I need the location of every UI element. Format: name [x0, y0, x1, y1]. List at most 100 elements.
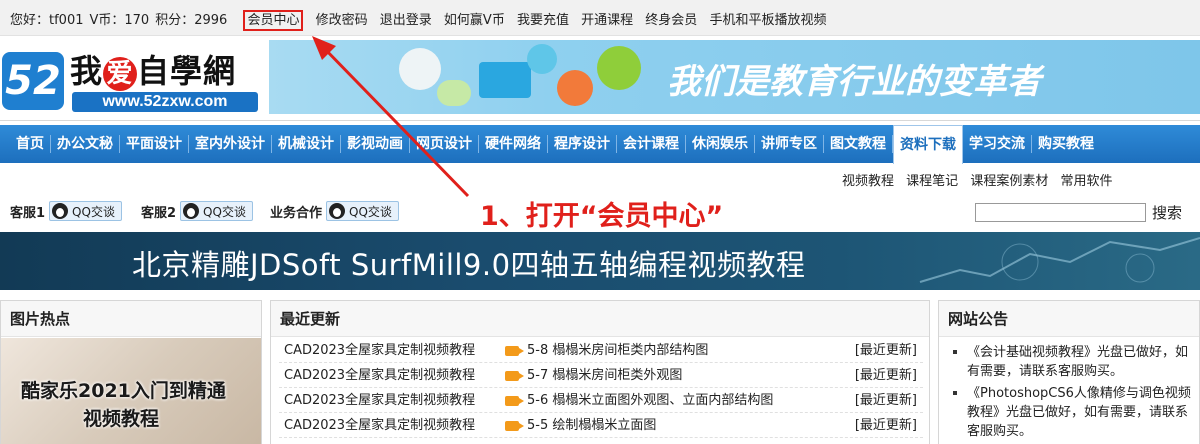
- promo-title: 北京精雕JDSoft SurfMill9.0四轴五轴编程视频教程: [132, 248, 806, 282]
- nav-item-buy[interactable]: 购买教程: [1032, 135, 1100, 153]
- hot-images-panel: 图片热点 酷家乐2021入门到精通 视频教程: [0, 300, 262, 444]
- top-links: 您好：tf001 V币：170 积分：2996 会员中心 修改密码 退出登录 如何赢…: [10, 9, 834, 31]
- update-tag: [最近更新]: [854, 393, 917, 408]
- video-camera-icon: [505, 346, 524, 356]
- notice-list: 《会计基础视频教程》光盘已做好，如有需要，请联系客服购买。 《Photoshop…: [951, 343, 1191, 444]
- nav-items: 首页 办公文秘 平面设计 室内外设计 机械设计 影视动画 网页设计 硬件网络 程…: [10, 124, 1100, 164]
- nav-item-programming[interactable]: 程序设计: [548, 135, 617, 153]
- lesson-link[interactable]: 5-5 绘制榻榻米立面图: [527, 413, 656, 438]
- nav-item-interior[interactable]: 室内外设计: [189, 135, 272, 153]
- cloud-icon: [437, 80, 471, 106]
- sub-nav: 视频教程 课程笔记 课程案例素材 常用软件: [842, 170, 1120, 189]
- course-link[interactable]: CAD2023全屋家具定制视频教程: [284, 413, 475, 438]
- nav-item-leisure[interactable]: 休闲娱乐: [686, 135, 755, 153]
- notice-item[interactable]: 《会计基础视频教程》光盘已做好，如有需要，请联系客服购买。: [951, 343, 1191, 381]
- business-qq-button[interactable]: QQ交谈: [326, 201, 399, 221]
- recharge-link[interactable]: 我要充值: [517, 13, 569, 28]
- latest-updates-title: 最近更新: [271, 301, 929, 337]
- qq-penguin-icon: [329, 203, 346, 219]
- qq-penguin-icon: [183, 203, 200, 219]
- nav-item-hardware[interactable]: 硬件网络: [479, 135, 548, 153]
- qq-penguin-icon: [52, 203, 69, 219]
- main-nav: 首页 办公文秘 平面设计 室内外设计 机械设计 影视动画 网页设计 硬件网络 程…: [0, 120, 1200, 164]
- hot-images-title: 图片热点: [1, 301, 261, 337]
- subnav-software[interactable]: 常用软件: [1060, 174, 1112, 189]
- notice-item[interactable]: 《PhotoshopCS6人像精修与调色视频教程》光盘已做好，如有需要，请联系客…: [951, 384, 1191, 441]
- banner-slogan: 我们是教育行业的变革者: [667, 62, 1041, 102]
- service-1-qq-label: QQ交谈: [72, 204, 115, 219]
- subnav-video[interactable]: 视频教程: [842, 174, 894, 189]
- greeting-text: 您好：tf001: [10, 13, 84, 28]
- nav-item-lecturer[interactable]: 讲师专区: [755, 135, 824, 153]
- business-qq-label: QQ交谈: [349, 204, 392, 219]
- subnav-notes[interactable]: 课程笔记: [906, 174, 958, 189]
- member-center-link[interactable]: 会员中心: [243, 10, 304, 31]
- update-tag: [最近更新]: [854, 418, 917, 433]
- points-text: 积分：2996: [155, 13, 228, 28]
- service-2-qq-button[interactable]: QQ交谈: [180, 201, 253, 221]
- update-tag: [最近更新]: [854, 368, 917, 383]
- nav-item-downloads[interactable]: 资料下载: [893, 124, 963, 164]
- monitor-icon: [479, 62, 531, 98]
- course-link[interactable]: CAD2023全屋家具定制视频教程: [284, 338, 475, 363]
- search-input[interactable]: [975, 203, 1146, 222]
- phone-icon: [597, 46, 641, 90]
- header: 52 我爱自學網 www.52zxw.com 我们是教育行业的变革者: [0, 36, 1200, 120]
- service-1: 客服1 QQ交谈: [10, 200, 122, 222]
- lesson-link[interactable]: 5-8 榻榻米房间柜类内部结构图: [527, 338, 708, 363]
- nav-item-mechanical[interactable]: 机械设计: [272, 135, 341, 153]
- logo-name-post: 自學網: [137, 52, 237, 90]
- header-banner: 我们是教育行业的变革者: [269, 40, 1200, 114]
- list-item: CAD2023全屋家具定制视频教程 5-8 榻榻米房间柜类内部结构图 [最近更新…: [279, 338, 923, 363]
- heart-bubble-icon: [399, 48, 441, 90]
- logo-url: www.52zxw.com: [72, 92, 258, 112]
- hot-image[interactable]: 酷家乐2021入门到精通 视频教程: [1, 338, 261, 444]
- notice-panel: 网站公告 《会计基础视频教程》光盘已做好，如有需要，请联系客服购买。 《Phot…: [938, 300, 1200, 444]
- service-2-qq-label: QQ交谈: [203, 204, 246, 219]
- list-item: CAD2023全屋家具定制视频教程 5-6 榻榻米立面图外观图、立面内部结构图 …: [279, 388, 923, 413]
- service-1-qq-button[interactable]: QQ交谈: [49, 201, 122, 221]
- course-link[interactable]: CAD2023全屋家具定制视频教程: [284, 363, 475, 388]
- video-camera-icon: [505, 371, 524, 381]
- open-course-link[interactable]: 开通课程: [581, 13, 633, 28]
- business-label: 业务合作: [270, 205, 323, 221]
- nav-item-exchange[interactable]: 学习交流: [963, 135, 1032, 153]
- search-button[interactable]: 搜索: [1152, 202, 1182, 223]
- nav-item-web[interactable]: 网页设计: [410, 135, 479, 153]
- course-link[interactable]: CAD2023全屋家具定制视频教程: [284, 388, 475, 413]
- latest-list: CAD2023全屋家具定制视频教程 5-8 榻榻米房间柜类内部结构图 [最近更新…: [279, 338, 923, 438]
- update-tag: [最近更新]: [854, 343, 917, 358]
- service-2-label: 客服2: [141, 205, 177, 221]
- vcoin-text: V币：170: [89, 13, 150, 28]
- list-item: CAD2023全屋家具定制视频教程 5-7 榻榻米房间柜类外观图 [最近更新]: [279, 363, 923, 388]
- video-camera-icon: [505, 421, 524, 431]
- site-logo[interactable]: 52 我爱自學網 www.52zxw.com: [0, 42, 266, 114]
- video-camera-icon: [505, 396, 524, 406]
- logo-name-pre: 我: [70, 52, 104, 90]
- nav-item-accounting[interactable]: 会计课程: [617, 135, 686, 153]
- lesson-link[interactable]: 5-7 榻榻米房间柜类外观图: [527, 363, 682, 388]
- nav-item-office[interactable]: 办公文秘: [51, 135, 120, 153]
- promo-decoration: [919, 237, 1200, 283]
- top-bar: 您好：tf001 V币：170 积分：2996 会员中心 修改密码 退出登录 如何赢…: [0, 0, 1200, 36]
- earn-vcoin-link[interactable]: 如何赢V币: [444, 13, 505, 28]
- logo-number: 52: [2, 52, 64, 110]
- logo-name: 我爱自學網: [70, 46, 236, 92]
- hot-image-caption-2: 视频教程: [83, 408, 160, 430]
- nav-item-graphic[interactable]: 平面设计: [120, 135, 189, 153]
- lesson-link[interactable]: 5-6 榻榻米立面图外观图、立面内部结构图: [527, 388, 773, 413]
- lifetime-member-link[interactable]: 终身会员: [645, 13, 697, 28]
- list-item: CAD2023全屋家具定制视频教程 5-5 绘制榻榻米立面图 [最近更新]: [279, 413, 923, 438]
- nav-item-home[interactable]: 首页: [10, 135, 51, 153]
- change-password-link[interactable]: 修改密码: [316, 13, 368, 28]
- mobile-play-link[interactable]: 手机和平板播放视频: [709, 13, 826, 28]
- rss-icon: [557, 70, 593, 106]
- annotation-text: 1、打开“会员中心”: [480, 201, 724, 232]
- business-cooperation: 业务合作 QQ交谈: [270, 200, 399, 222]
- service-1-label: 客服1: [10, 205, 46, 221]
- promo-banner[interactable]: 北京精雕JDSoft SurfMill9.0四轴五轴编程视频教程: [0, 232, 1200, 290]
- logout-link[interactable]: 退出登录: [380, 13, 432, 28]
- subnav-materials[interactable]: 课程案例素材: [970, 174, 1048, 189]
- nav-item-animation[interactable]: 影视动画: [341, 135, 410, 153]
- nav-item-tutorials[interactable]: 图文教程: [824, 135, 893, 153]
